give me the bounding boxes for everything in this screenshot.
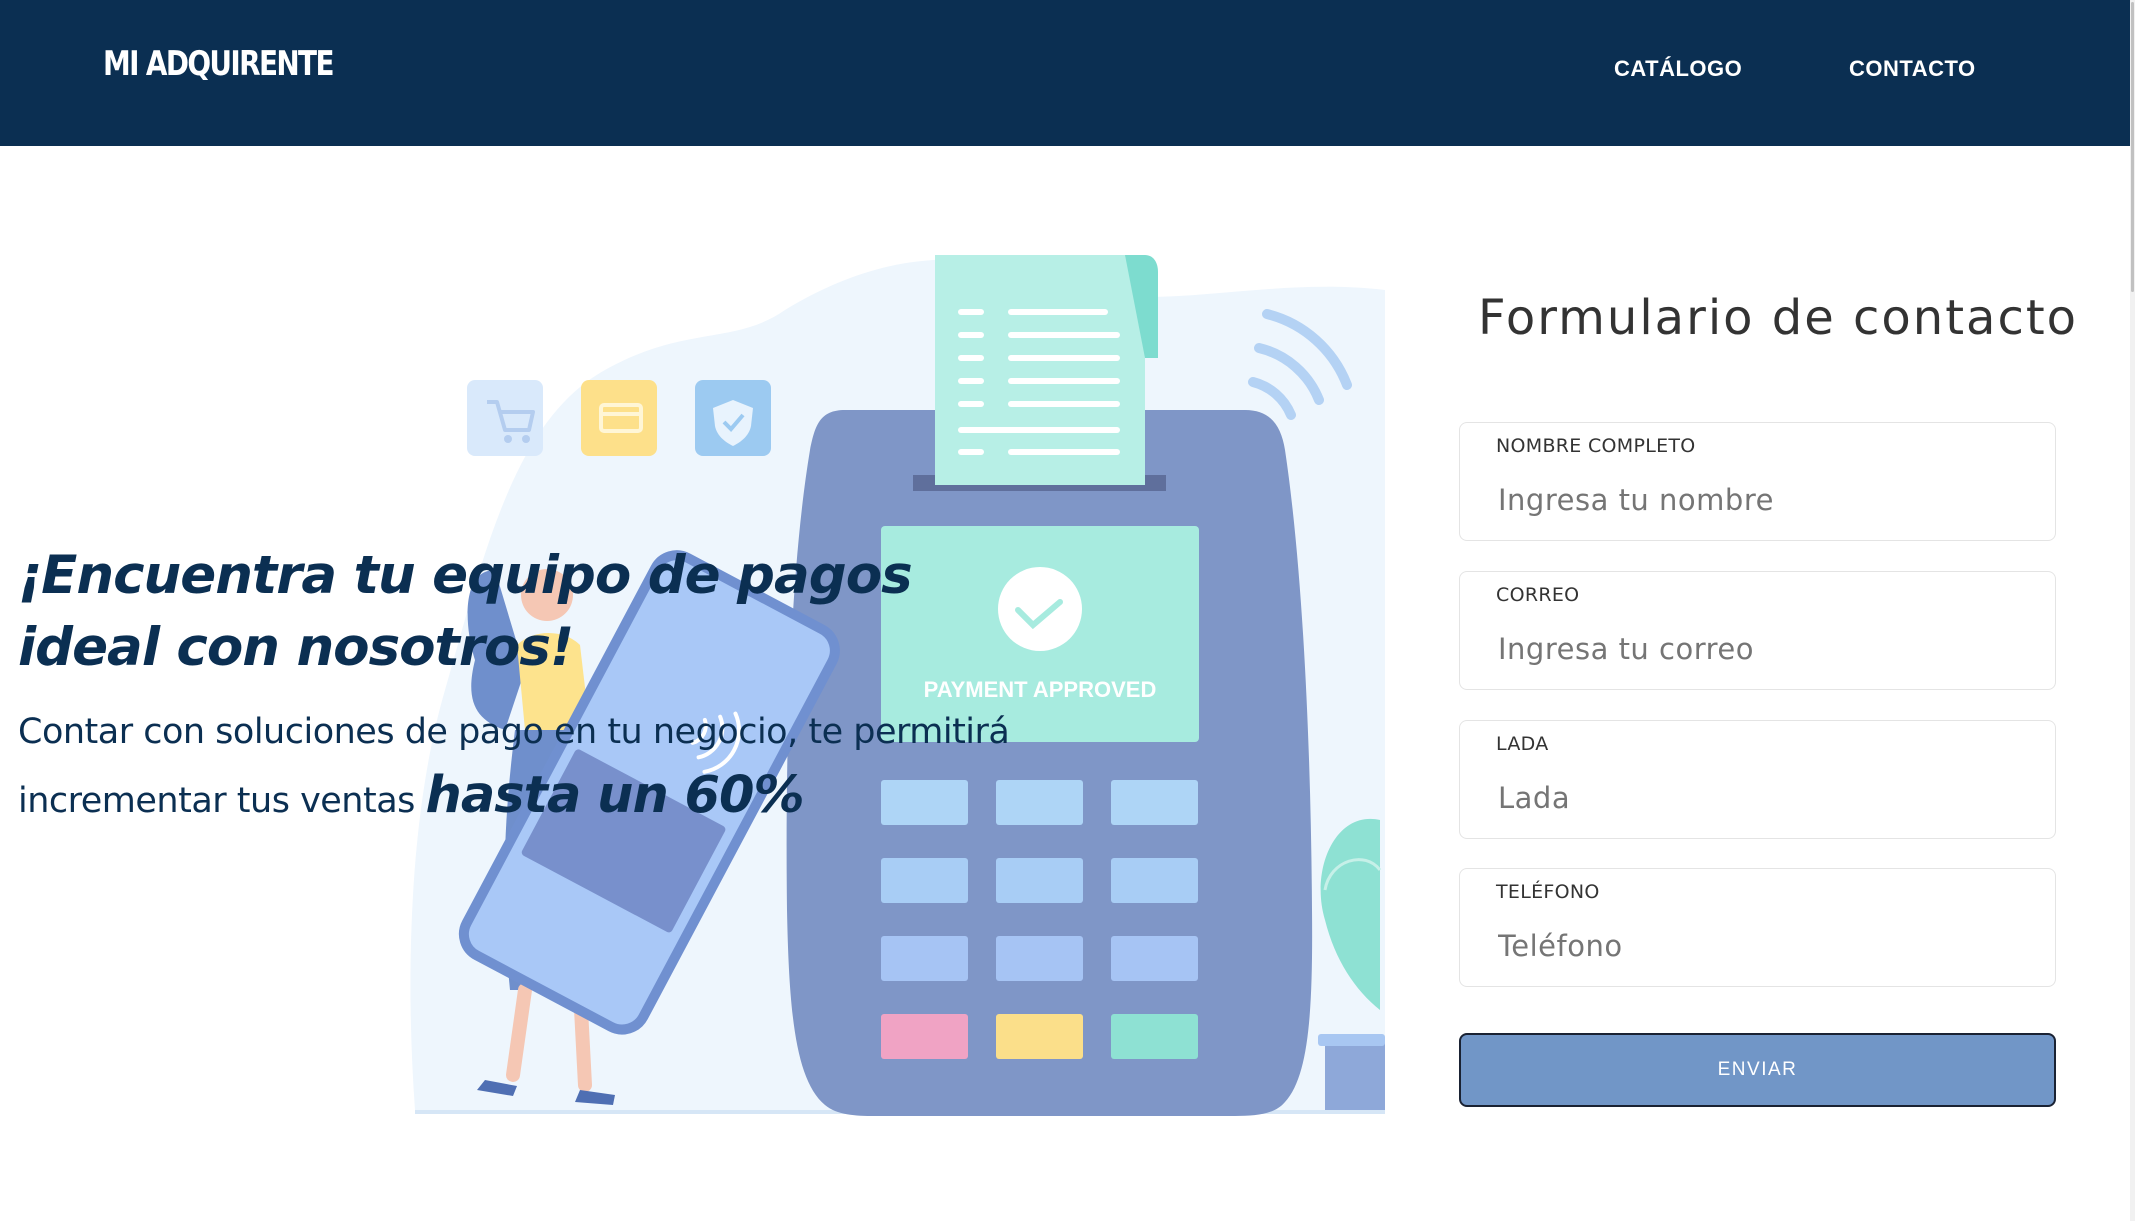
lada-input[interactable]: [1498, 773, 2018, 823]
hero-highlight: hasta un 60%: [425, 766, 805, 825]
field-correo[interactable]: CORREO: [1459, 571, 2056, 690]
field-telefono-label: TELÉFONO: [1496, 881, 1600, 903]
field-nombre-label: NOMBRE COMPLETO: [1496, 435, 1696, 457]
hero-title: ¡Encuentra tu equipo de pagos ideal con …: [18, 545, 913, 678]
field-correo-label: CORREO: [1496, 584, 1580, 606]
submit-button[interactable]: ENVIAR: [1459, 1033, 2056, 1107]
nav-link-catalogo[interactable]: CATÁLOGO: [1614, 56, 1742, 82]
field-lada[interactable]: LADA: [1459, 720, 2056, 839]
hero-subtitle: Contar con soluciones de pago en tu nego…: [18, 700, 1018, 833]
correo-input[interactable]: [1498, 624, 2018, 674]
brand-logo[interactable]: MI ADQUIRENTE: [103, 44, 334, 84]
nombre-input[interactable]: [1498, 475, 2018, 525]
cart-icon: [467, 380, 543, 456]
navbar: MI ADQUIRENTE CATÁLOGO CONTACTO: [0, 0, 2130, 146]
shield-check-icon: [695, 380, 771, 456]
field-lada-label: LADA: [1496, 733, 1549, 755]
payment-terminal-illustration: PAYMENT APPROVED: [410, 255, 1385, 1116]
scrollbar-thumb[interactable]: [2131, 2, 2134, 292]
field-telefono[interactable]: TELÉFONO: [1459, 868, 2056, 987]
receipt: [935, 255, 1158, 485]
field-nombre[interactable]: NOMBRE COMPLETO: [1459, 422, 2056, 541]
form-title: Formulario de contacto: [1478, 290, 2079, 346]
nav-link-contacto[interactable]: CONTACTO: [1849, 56, 1976, 82]
telefono-input[interactable]: [1498, 921, 2018, 971]
card-icon: [581, 380, 657, 456]
